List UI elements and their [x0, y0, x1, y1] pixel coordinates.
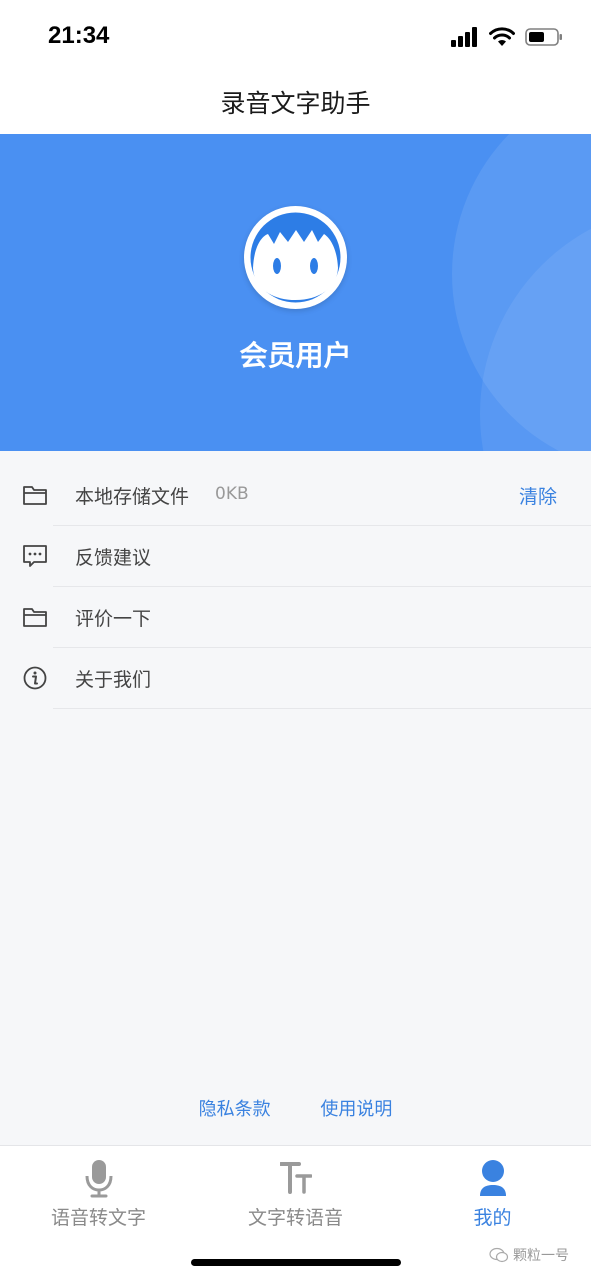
privacy-policy-link[interactable]: 隐私条款: [199, 1099, 271, 1120]
user-name: 会员用户: [239, 339, 352, 372]
page-title: 录音文字助手: [220, 89, 371, 118]
menu-item-label: 评价一下: [75, 608, 152, 630]
settings-menu: 本地存储文件 0KB 清除 反馈建议 评价一下 关于我们: [0, 465, 591, 709]
avatar[interactable]: [244, 206, 347, 309]
divider: [53, 708, 591, 709]
info-icon: [23, 666, 47, 690]
watermark: 颗粒一号: [489, 1245, 569, 1265]
tab-speech-to-text[interactable]: 语音转文字: [0, 1146, 197, 1241]
user-guide-link[interactable]: 使用说明: [320, 1099, 392, 1120]
menu-item-label: 本地存储文件: [75, 486, 190, 508]
status-bar: 21:34: [0, 0, 591, 70]
footer-links: 隐私条款 使用说明: [0, 1095, 591, 1121]
folder-icon: [23, 486, 47, 505]
menu-item-local-storage[interactable]: 本地存储文件 0KB 清除: [0, 465, 591, 526]
battery-icon: [525, 28, 562, 46]
home-indicator: [191, 1259, 401, 1266]
status-time: 21:34: [48, 22, 110, 49]
wifi-icon: [489, 27, 515, 46]
avatar-face-icon: [250, 212, 341, 303]
storage-size: 0KB: [215, 484, 249, 504]
watermark-text: 颗粒一号: [513, 1248, 569, 1264]
status-icons: [451, 26, 563, 48]
tab-label: 语音转文字: [50, 1207, 146, 1229]
feedback-icon: [23, 545, 47, 567]
wechat-icon: [489, 1247, 509, 1263]
tab-label: 文字转语音: [247, 1207, 343, 1229]
clear-button[interactable]: 清除: [519, 482, 557, 509]
tab-label: 我的: [473, 1207, 512, 1229]
menu-item-label: 关于我们: [75, 669, 152, 691]
tab-mine[interactable]: 我的: [394, 1146, 591, 1241]
menu-item-rate[interactable]: 评价一下: [0, 587, 591, 648]
user-icon: [480, 1160, 506, 1196]
menu-item-about[interactable]: 关于我们: [0, 648, 591, 709]
nav-bar: 录音文字助手: [0, 70, 591, 134]
menu-item-label: 反馈建议: [75, 547, 152, 569]
folder-icon: [23, 608, 47, 627]
text-size-icon: [280, 1162, 312, 1194]
menu-item-feedback[interactable]: 反馈建议: [0, 526, 591, 587]
cellular-signal-icon: [451, 27, 477, 47]
profile-banner: 会员用户: [0, 134, 591, 451]
tab-text-to-speech[interactable]: 文字转语音: [197, 1146, 394, 1241]
microphone-icon: [85, 1160, 113, 1198]
